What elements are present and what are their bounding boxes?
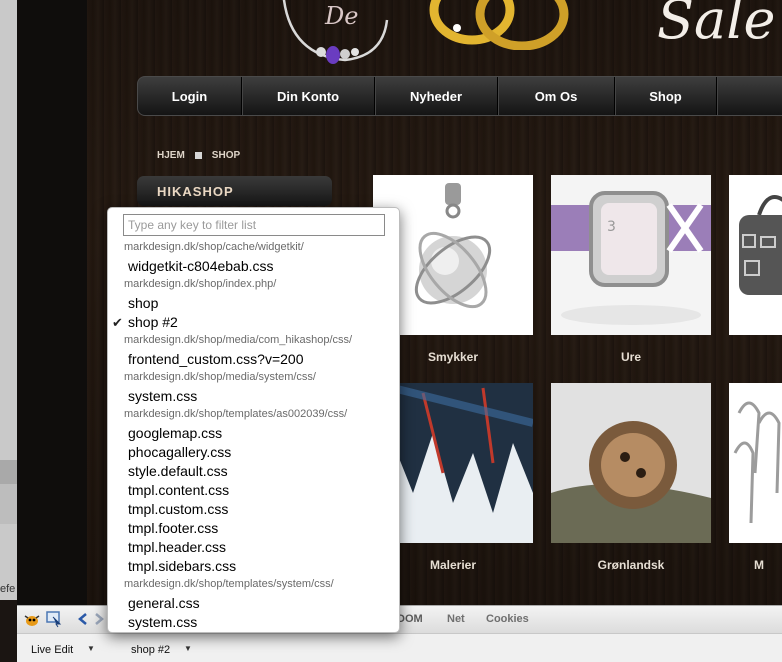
nav-shop[interactable]: Shop — [615, 77, 717, 115]
list-item[interactable]: system.css — [108, 387, 399, 406]
product-caption-gronlandsk[interactable]: Grønlandsk — [551, 558, 711, 572]
product-image-ure[interactable]: 3 — [551, 175, 711, 335]
earring-hooks-image — [733, 401, 781, 524]
live-edit-dropdown-icon[interactable]: ▼ — [87, 644, 95, 653]
group-path: markdesign.dk/shop/media/system/css/ — [124, 371, 316, 383]
os-left-label: efe — [0, 583, 16, 595]
nav-nyheder[interactable]: Nyheder — [375, 77, 498, 115]
list-item[interactable]: shop — [108, 294, 399, 313]
product-caption-m[interactable]: M — [729, 558, 782, 572]
product-caption-ure[interactable]: Ure — [551, 350, 711, 364]
list-item[interactable]: googlemap.css — [108, 424, 399, 443]
checkmark-icon: ✔ — [112, 315, 123, 330]
group-path: markdesign.dk/shop/index.php/ — [124, 278, 277, 290]
list-item[interactable]: tmpl.header.css — [108, 538, 399, 557]
filter-input[interactable]: Type any key to filter list — [123, 214, 385, 236]
breadcrumb-current: SHOP — [211, 150, 241, 161]
firebug-status-bar: Live Edit ▼ shop #2 ▼ — [17, 633, 782, 662]
product-image-gronlandsk[interactable] — [551, 383, 711, 543]
breadcrumb-home[interactable]: HJEM — [157, 150, 185, 161]
svg-text:3: 3 — [607, 219, 616, 235]
nav-om-os[interactable]: Om Os — [498, 77, 615, 115]
stylesheet-selector[interactable]: shop #2 — [131, 644, 170, 656]
list-item[interactable]: tmpl.sidebars.css — [108, 557, 399, 576]
bag-image — [739, 195, 782, 295]
group-path: markdesign.dk/shop/media/com_hikashop/cs… — [124, 334, 353, 346]
list-item[interactable]: tmpl.custom.css — [108, 500, 399, 519]
list-item[interactable]: tmpl.footer.css — [108, 519, 399, 538]
list-item[interactable]: system.css — [108, 613, 399, 632]
firebug-icon[interactable] — [23, 612, 41, 628]
stylesheet-dropdown: Type any key to filter list markdesign.d… — [107, 207, 400, 633]
group-path: markdesign.dk/shop/templates/as002039/cs… — [124, 408, 348, 420]
breadcrumb: HJEM SHOP — [157, 150, 240, 161]
main-navigation: Login Din Konto Nyheder Om Os Shop — [137, 76, 782, 116]
list-item-selected[interactable]: ✔ shop #2 — [108, 313, 399, 332]
rings-image — [429, 0, 569, 50]
nav-login[interactable]: Login — [138, 77, 242, 115]
sidebar-heading: HIKASHOP — [137, 176, 332, 206]
window-left-edge: efe — [0, 0, 17, 600]
product-image-bag[interactable] — [729, 175, 782, 335]
list-item[interactable]: style.default.css — [108, 462, 399, 481]
breadcrumb-separator — [194, 152, 202, 159]
forward-arrow-icon[interactable] — [93, 612, 105, 626]
live-edit-button[interactable]: Live Edit — [31, 644, 73, 656]
tab-net[interactable]: Net — [447, 613, 465, 625]
header-banner: De Sale — [17, 0, 782, 70]
stylesheet-dropdown-icon[interactable]: ▼ — [184, 644, 192, 653]
nav-din-konto[interactable]: Din Konto — [242, 77, 375, 115]
list-item[interactable]: tmpl.content.css — [108, 481, 399, 500]
product-image-m[interactable] — [729, 383, 782, 543]
header-script-small: De — [325, 2, 359, 30]
group-path: markdesign.dk/shop/cache/widgetkit/ — [124, 241, 304, 253]
stylesheet-list: markdesign.dk/shop/cache/widgetkit/ widg… — [108, 239, 399, 632]
button-craft-image — [551, 383, 711, 543]
nav-more[interactable] — [717, 77, 782, 115]
watch-image: 3 — [551, 191, 711, 325]
tab-cookies[interactable]: Cookies — [486, 613, 529, 625]
inspect-icon[interactable] — [45, 610, 63, 628]
back-arrow-icon[interactable] — [77, 612, 89, 626]
group-path: markdesign.dk/shop/templates/system/css/ — [124, 578, 334, 590]
header-script-large: Sale — [657, 0, 776, 51]
list-item[interactable]: general.css — [108, 594, 399, 613]
list-item[interactable]: widgetkit-c804ebab.css — [108, 257, 399, 276]
tab-dom[interactable]: DOM — [397, 613, 423, 625]
list-item[interactable]: frontend_custom.css?v=200 — [108, 350, 399, 369]
list-item[interactable]: phocagallery.css — [108, 443, 399, 462]
